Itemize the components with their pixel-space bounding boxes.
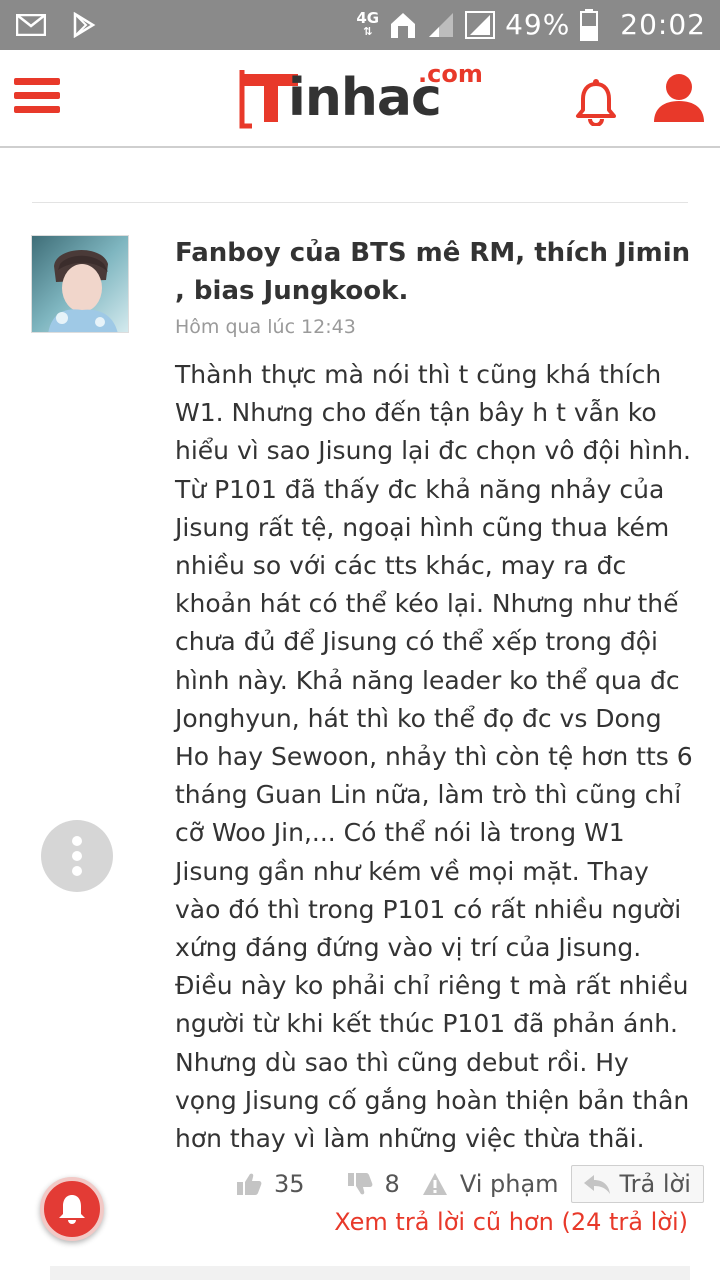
- comment-body: Thành thực mà nói thì t cũng khá thích W…: [175, 356, 695, 1158]
- mail-icon: [16, 14, 46, 36]
- thumbs-up-icon: [237, 1173, 262, 1195]
- status-right-icons: 4G ⇅ 49% 20:02: [356, 8, 706, 41]
- reply-icon: [583, 1175, 610, 1194]
- comment-paragraph: Nhưng dù sao thì cũng debut rồi. Hy vọng…: [175, 1047, 690, 1154]
- warning-icon: [422, 1173, 447, 1195]
- battery-icon: [580, 8, 599, 41]
- view-older-replies-link[interactable]: Xem trả lời cũ hơn (24 trả lời): [334, 1208, 688, 1236]
- menu-button[interactable]: [14, 78, 62, 118]
- logo-domain: .com: [418, 60, 483, 88]
- bell-icon: [59, 1195, 85, 1224]
- home-network-icon: [391, 12, 416, 38]
- signal-weak-icon: [429, 12, 454, 37]
- more-options-button[interactable]: [41, 820, 113, 892]
- status-bar: 4G ⇅ 49% 20:02: [0, 0, 720, 50]
- comment-paragraph: Thành thực mà nói thì t cũng khá thích W…: [175, 360, 693, 1039]
- network-type: 4G ⇅: [356, 8, 380, 38]
- clock: 20:02: [620, 8, 706, 41]
- hamburger-icon: [14, 78, 62, 113]
- avatar[interactable]: [31, 235, 129, 333]
- like-button[interactable]: 35: [236, 1170, 305, 1198]
- site-logo[interactable]: inhac .com: [238, 60, 488, 138]
- account-button[interactable]: [652, 70, 706, 124]
- user-icon: [654, 74, 704, 122]
- section-divider: [32, 202, 688, 203]
- dislike-button[interactable]: 8: [347, 1170, 400, 1198]
- signal-full-icon: [465, 10, 496, 39]
- report-label: Vi phạm: [459, 1170, 559, 1198]
- app-header: inhac .com: [0, 50, 720, 148]
- notifications-button[interactable]: [574, 78, 618, 127]
- thumbs-down-icon: [347, 1173, 372, 1195]
- report-button[interactable]: Vi phạm: [422, 1170, 559, 1198]
- reply-button[interactable]: Trả lời: [570, 1165, 704, 1203]
- avatar-photo: [32, 236, 128, 332]
- comment-timestamp: Hôm qua lúc 12:43: [175, 316, 356, 338]
- battery-percent: 49%: [505, 8, 571, 41]
- comment-author[interactable]: Fanboy của BTS mê RM, thích Jimin , bias…: [175, 234, 695, 310]
- comment-actions: 35 8 Vi phạm Trả lời: [236, 1164, 704, 1204]
- like-count: 35: [274, 1170, 305, 1198]
- bell-icon: [576, 79, 616, 127]
- reply-label: Trả lời: [619, 1170, 691, 1198]
- next-comment-card: [50, 1266, 690, 1280]
- play-store-icon: [73, 12, 96, 38]
- dislike-count: 8: [384, 1170, 400, 1198]
- notification-fab[interactable]: [40, 1177, 104, 1241]
- status-left-icons: [16, 12, 96, 38]
